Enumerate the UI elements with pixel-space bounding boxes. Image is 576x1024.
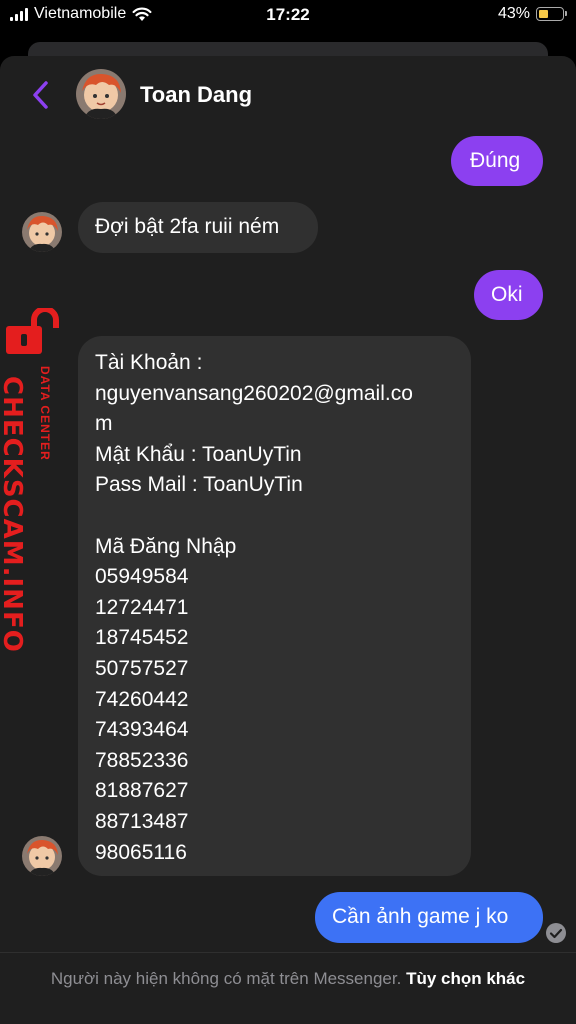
chat-header: Toan Dang (0, 56, 576, 134)
message-line: 78852336 (95, 748, 189, 772)
message-bubble-incoming[interactable]: Tài Khoản : nguyenvansang260202@gmail.co… (78, 336, 471, 876)
conversation-sheet: Toan Dang Đúng Đợi bật 2fa ruii ném Oki … (0, 56, 576, 1024)
message-line: 74260442 (95, 687, 189, 711)
message-line: 18745452 (95, 626, 189, 650)
watermark-main: CHECKSCAM.INFO (0, 376, 27, 653)
unavailable-note: Người này hiện không có mặt trên Messeng… (50, 969, 402, 988)
message-line: nguyenvansang260202@gmail.co (95, 381, 413, 405)
battery-percent: 43% (497, 5, 530, 22)
chevron-left-icon (33, 81, 48, 109)
message-line: m (95, 412, 113, 436)
message-text: Cần ảnh game j ko (332, 905, 509, 928)
message-line: 81887627 (95, 779, 189, 803)
message-line: 88713487 (95, 809, 189, 833)
message-bubble-incoming[interactable]: Đợi bật 2fa ruii ném (78, 202, 318, 253)
message-bubble-outgoing[interactable]: Oki (474, 270, 543, 320)
battery-icon (536, 7, 567, 21)
message-line: Mã Đăng Nhập (95, 534, 237, 558)
message-line: 05949584 (95, 565, 189, 589)
contact-name[interactable]: Toan Dang (140, 82, 252, 108)
battery-fill (539, 10, 548, 18)
message-line: Tài Khoản : (95, 351, 203, 374)
message-bubble-outgoing[interactable]: Cần ảnh game j ko (315, 892, 543, 943)
message-line: 74393464 (95, 718, 189, 742)
message-line (95, 501, 471, 532)
sender-avatar (22, 212, 62, 252)
message-line: 12724471 (95, 595, 189, 619)
back-button[interactable] (26, 78, 56, 112)
status-bar: Vietnamobile 17:22 43% (0, 0, 576, 30)
unavailable-footer: Người này hiện không có mặt trên Messeng… (0, 952, 576, 1024)
watermark: CHECKSCAM.INFO DATA CENTER (0, 308, 68, 653)
delivered-check-icon (546, 923, 566, 943)
message-line: Mật Khẩu : ToanUyTin (95, 442, 302, 466)
message-line: 50757527 (95, 656, 189, 680)
message-text: Đúng (470, 149, 521, 172)
message-bubble-outgoing[interactable]: Đúng (451, 136, 543, 186)
sender-avatar (22, 836, 62, 876)
status-time: 17:22 (266, 5, 310, 24)
more-options-link[interactable]: Tùy chọn khác (406, 969, 525, 988)
message-text: Đợi bật 2fa ruii ném (95, 215, 280, 238)
message-text: Oki (491, 283, 523, 306)
watermark-sub: DATA CENTER (38, 366, 52, 461)
message-line: 98065116 (95, 840, 187, 864)
status-right: 43% (497, 5, 567, 23)
contact-avatar[interactable] (76, 69, 126, 119)
message-line: Pass Mail : ToanUyTin (95, 473, 303, 497)
lock-icon (6, 308, 59, 354)
